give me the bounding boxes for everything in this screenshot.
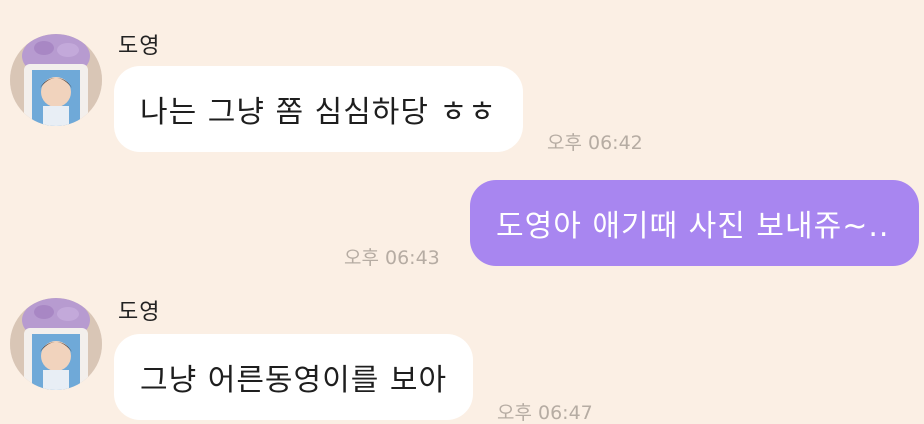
sender-name: 도영	[118, 34, 161, 59]
message-timestamp: 오후 06:47	[497, 402, 593, 424]
profile-photo-cup-icon	[10, 34, 102, 126]
message-bubble-incoming[interactable]: 그냥 어른동영이를 보아	[114, 334, 474, 420]
sender-name: 도영	[118, 300, 161, 325]
message-bubble-incoming[interactable]: 나는 그냥 쫌 심심하당 ㅎㅎ	[114, 66, 523, 152]
avatar[interactable]	[10, 34, 102, 126]
chat-view: 도영 나는 그냥 쫌 심심하당 ㅎㅎ 오후 06:42 오후 06:43 도영아…	[0, 0, 924, 424]
message-bubble-outgoing[interactable]: 도영아 애기때 사진 보내쥬~..	[470, 180, 919, 266]
message-timestamp: 오후 06:42	[547, 132, 643, 154]
message-text: 그냥 어른동영이를 보아	[140, 363, 448, 398]
avatar[interactable]	[10, 298, 102, 390]
profile-photo-cup-icon	[10, 298, 102, 390]
message-text: 나는 그냥 쫌 심심하당 ㅎㅎ	[140, 95, 497, 130]
message-text: 도영아 애기때 사진 보내쥬~..	[496, 209, 890, 244]
message-timestamp: 오후 06:43	[344, 247, 440, 269]
